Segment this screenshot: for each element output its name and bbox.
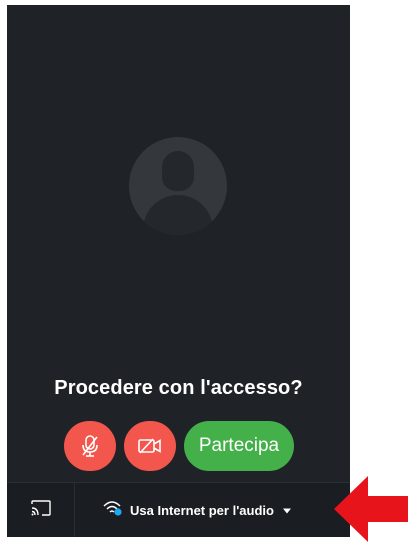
bottom-toolbar: Usa Internet per l'audio — [7, 482, 350, 537]
wifi-audio-icon — [102, 499, 124, 522]
annotation-arrow-icon — [332, 474, 409, 544]
join-preview-screen: Procedere con l'accesso? Partecipa Usa I… — [7, 5, 350, 537]
avatar-head — [162, 151, 194, 191]
mute-button[interactable] — [64, 421, 116, 471]
video-toggle-button[interactable] — [124, 421, 176, 471]
microphone-off-icon — [79, 434, 101, 458]
join-prompt-title: Procedere con l'accesso? — [54, 377, 303, 399]
audio-option-label: Usa Internet per l'audio — [130, 502, 274, 518]
join-button[interactable]: Partecipa — [184, 421, 294, 471]
cast-icon — [30, 499, 52, 522]
avatar-shoulders — [143, 195, 213, 235]
caret-down-icon — [282, 501, 292, 519]
audio-option-dropdown[interactable]: Usa Internet per l'audio — [102, 500, 292, 520]
avatar — [129, 137, 227, 235]
video-off-icon — [137, 436, 163, 456]
cast-button[interactable] — [7, 483, 75, 537]
